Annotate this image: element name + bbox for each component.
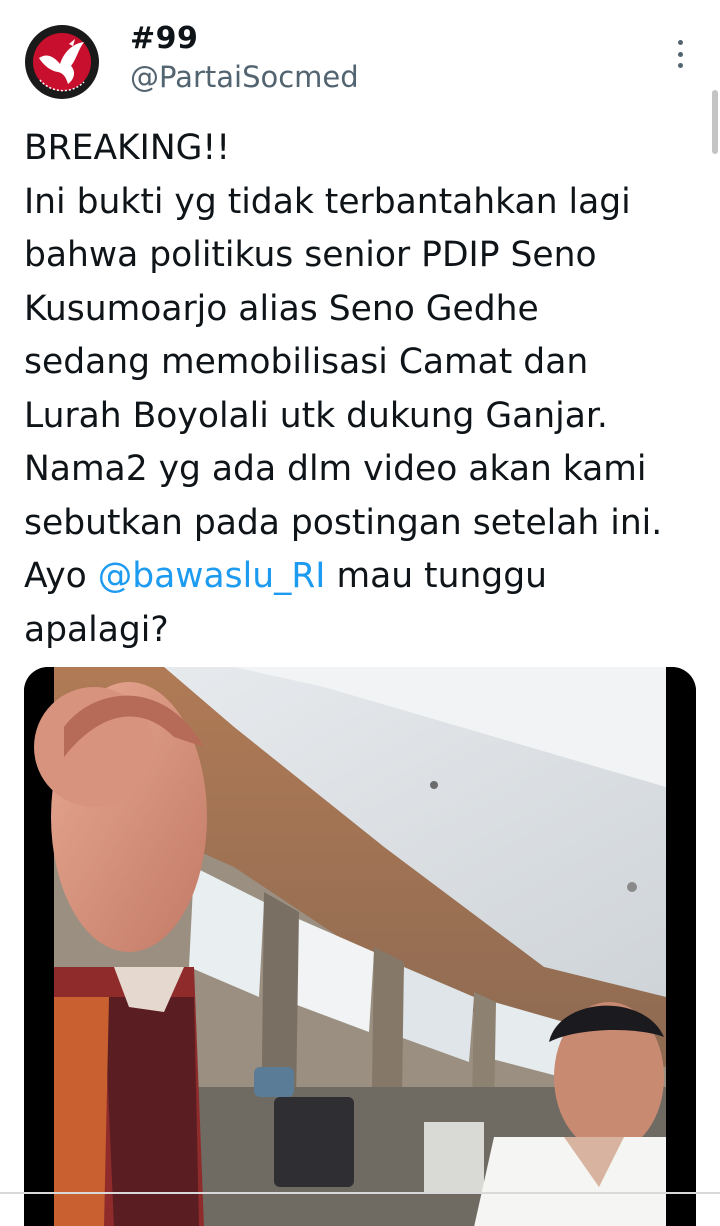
more-dot-icon [677,63,683,68]
avatar[interactable] [22,22,102,102]
mention-link[interactable]: @bawaslu_RI [98,556,326,596]
video-frame-image [24,667,696,1226]
bird-logo-icon [22,22,102,102]
user-handle[interactable]: @PartaiSocmed [130,59,359,95]
more-dot-icon [677,51,683,57]
display-name[interactable]: #99 [130,22,198,56]
tweet-view: #99 @PartaiSocmed BREAKING!! Ini bukti y… [0,0,720,1226]
divider [0,1192,720,1194]
tweet-text: BREAKING!! Ini bukti yg tidak terbantahk… [24,122,710,657]
more-dot-icon [677,40,683,45]
more-options-button[interactable] [664,40,696,68]
tweet-text-body: BREAKING!! Ini bukti yg tidak terbantahk… [24,128,663,596]
video-thumbnail[interactable] [24,667,696,1226]
scrollbar[interactable] [712,90,718,154]
